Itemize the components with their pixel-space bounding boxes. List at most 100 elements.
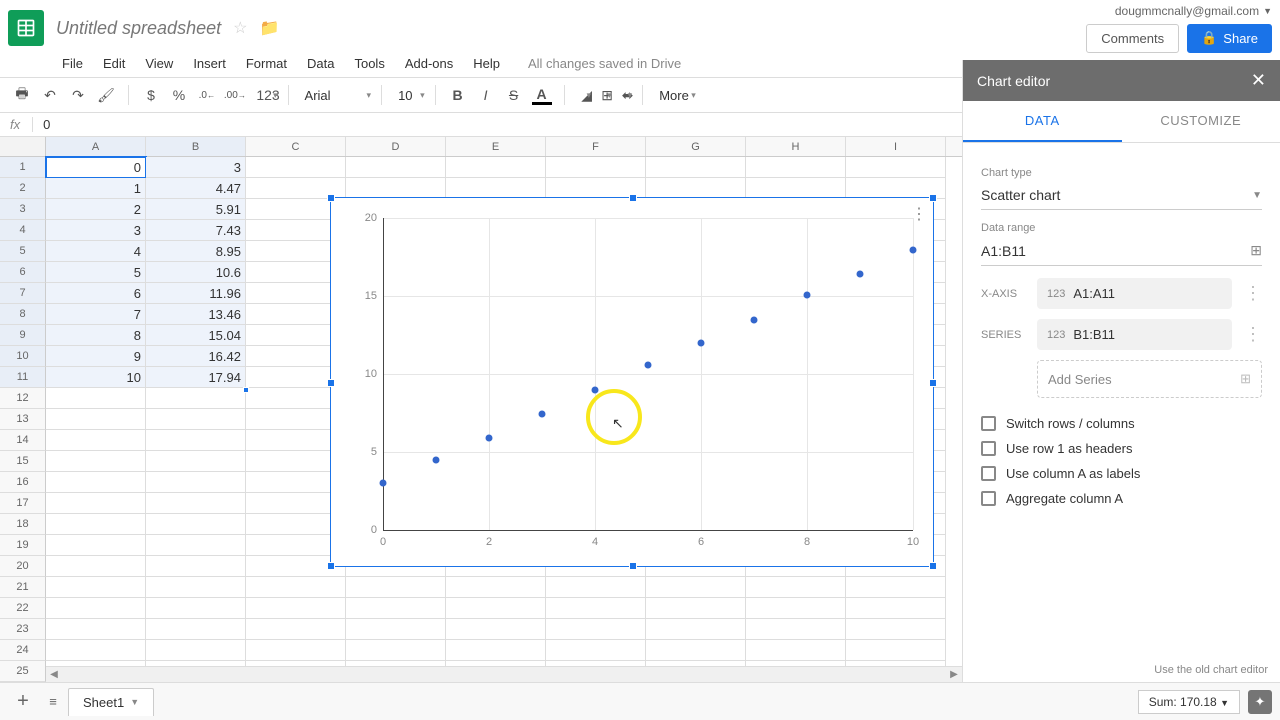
cell[interactable] [446,178,546,199]
resize-handle-se[interactable] [929,562,937,570]
share-button[interactable]: 🔒 Share [1187,24,1272,53]
resize-handle-ne[interactable] [929,194,937,202]
scroll-right-icon[interactable]: ▶ [946,669,962,680]
row-header[interactable]: 16 [0,472,46,493]
menu-addons[interactable]: Add-ons [405,56,453,71]
row-header[interactable]: 2 [0,178,46,199]
cell[interactable]: 6 [46,283,146,304]
row-header[interactable]: 13 [0,409,46,430]
check-row1-headers[interactable]: Use row 1 as headers [981,441,1262,456]
data-range-field[interactable]: A1:B11 ⊞ [981,238,1262,266]
series-menu-icon[interactable]: ⋮ [1244,324,1262,345]
sheet-tab[interactable]: Sheet1 ▼ [68,688,154,716]
col-header-b[interactable]: B [146,137,246,156]
menu-file[interactable]: File [62,56,83,71]
cell[interactable]: 8 [46,325,146,346]
row-header[interactable]: 20 [0,556,46,577]
cell[interactable] [646,640,746,661]
paint-format-icon[interactable]: 🖌 [94,83,118,107]
star-icon[interactable]: ☆ [233,18,247,38]
cell[interactable] [46,514,146,535]
cell[interactable] [146,556,246,577]
col-header-h[interactable]: H [746,137,846,156]
cell[interactable] [446,598,546,619]
cell[interactable]: 8.95 [146,241,246,262]
chart-type-dropdown[interactable]: Scatter chart ▼ [981,183,1262,210]
row-header[interactable]: 12 [0,388,46,409]
data-point[interactable] [804,292,811,299]
cell[interactable] [346,178,446,199]
strike-button[interactable]: S [502,83,526,107]
cell[interactable] [746,619,846,640]
cell[interactable] [46,535,146,556]
select-all-cell[interactable] [0,137,46,156]
formula-input[interactable]: 0 [33,117,50,132]
menu-tools[interactable]: Tools [354,56,384,71]
cell[interactable]: 7.43 [146,220,246,241]
row-header[interactable]: 14 [0,430,46,451]
cell[interactable] [246,157,346,178]
cell[interactable] [846,598,946,619]
doc-title[interactable]: Untitled spreadsheet [56,18,221,39]
row-header[interactable]: 10 [0,346,46,367]
row-header[interactable]: 7 [0,283,46,304]
cell[interactable] [846,619,946,640]
cell[interactable] [146,451,246,472]
cell[interactable] [146,535,246,556]
cell[interactable] [146,577,246,598]
cell[interactable] [146,388,246,409]
all-sheets-button[interactable]: ≡ [38,694,68,709]
cell[interactable] [746,178,846,199]
cell[interactable]: 13.46 [146,304,246,325]
cell[interactable] [746,577,846,598]
data-point[interactable] [645,361,652,368]
row-header[interactable]: 9 [0,325,46,346]
cell[interactable] [146,514,246,535]
cell[interactable] [46,388,146,409]
menu-format[interactable]: Format [246,56,287,71]
cell[interactable]: 2 [46,199,146,220]
row-header[interactable]: 19 [0,535,46,556]
cell[interactable] [46,493,146,514]
cell[interactable] [146,619,246,640]
cell[interactable] [646,157,746,178]
cell[interactable] [546,598,646,619]
cell[interactable]: 4.47 [146,178,246,199]
merge-button[interactable]: ⬌ [616,83,640,107]
row-header[interactable]: 21 [0,577,46,598]
cell[interactable]: 10 [46,367,146,388]
col-header-i[interactable]: I [846,137,946,156]
chart-object[interactable]: ⋮ 051015200246810 [330,197,934,567]
cell[interactable]: 0 [46,157,146,178]
cell[interactable] [446,640,546,661]
col-header-e[interactable]: E [446,137,546,156]
col-header-d[interactable]: D [346,137,446,156]
row-header[interactable]: 1 [0,157,46,178]
more-dropdown[interactable]: More [653,86,703,105]
add-series-button[interactable]: Add Series ⊞ [1037,360,1262,398]
check-switch-rows[interactable]: Switch rows / columns [981,416,1262,431]
inc-decimal-button[interactable]: .00→ [223,83,247,107]
folder-icon[interactable]: 📁 [259,18,279,38]
user-menu-caret-icon[interactable]: ▼ [1263,6,1272,16]
data-point[interactable] [698,340,705,347]
user-email[interactable]: dougmmcnally@gmail.com [1115,4,1259,18]
italic-button[interactable]: I [474,83,498,107]
data-point[interactable] [433,457,440,464]
row-header[interactable]: 3 [0,199,46,220]
cell[interactable] [846,640,946,661]
currency-button[interactable]: $ [139,83,163,107]
cell[interactable] [146,409,246,430]
row-header[interactable]: 25 [0,661,46,682]
font-dropdown[interactable]: Arial [299,86,379,105]
data-point[interactable] [857,270,864,277]
data-point[interactable] [539,411,546,418]
cell[interactable] [246,598,346,619]
cell[interactable]: 16.42 [146,346,246,367]
check-aggregate-colA[interactable]: Aggregate column A [981,491,1262,506]
percent-button[interactable]: % [167,83,191,107]
series-chip[interactable]: 123 B1:B11 [1037,319,1232,350]
cell[interactable] [146,640,246,661]
old-editor-link[interactable]: Use the old chart editor [1154,664,1268,676]
cell[interactable] [46,598,146,619]
